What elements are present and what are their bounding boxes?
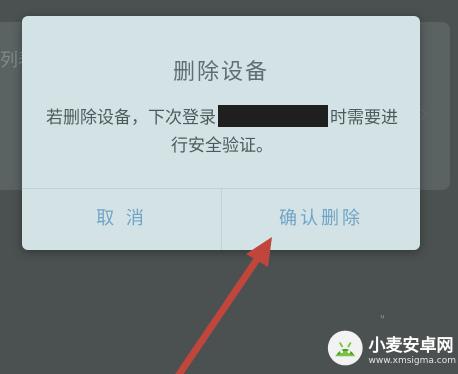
- watermark-title: 小麦安卓网: [368, 335, 454, 356]
- android-logo-icon: [327, 330, 363, 366]
- watermark-text: 小麦安卓网 www.xmsigma.com: [369, 331, 456, 366]
- watermark-url: www.xmsigma.com: [368, 355, 456, 366]
- red-arrow-annotation: [175, 237, 272, 374]
- site-watermark: 小麦安卓网 www.xmsigma.com: [326, 324, 456, 372]
